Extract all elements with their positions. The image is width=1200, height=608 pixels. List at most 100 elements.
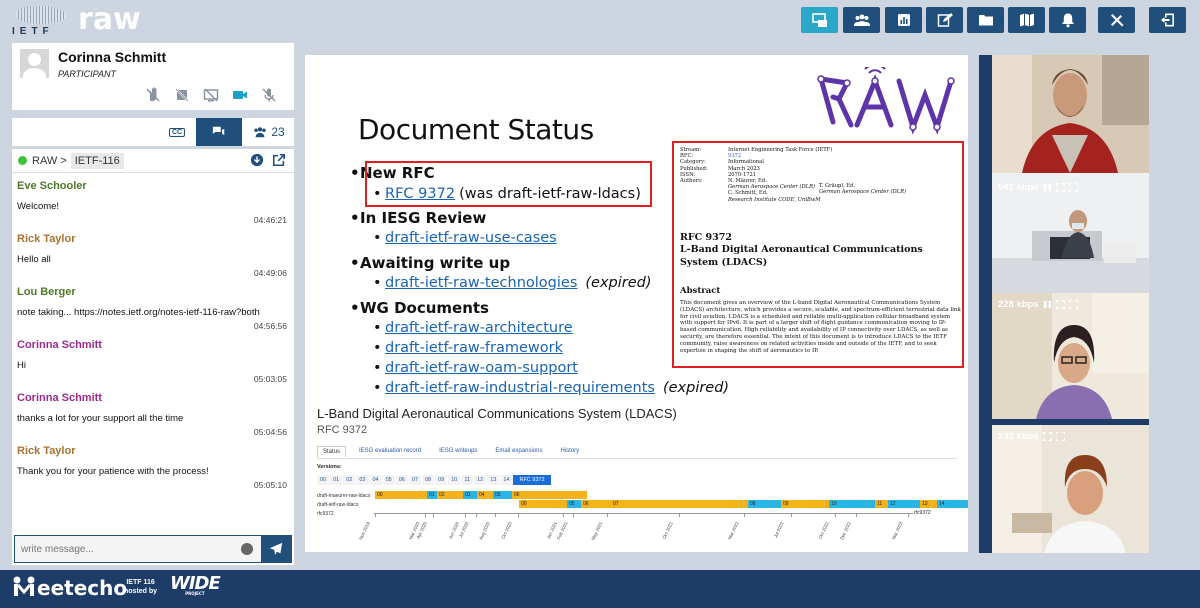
version-link[interactable]: 00	[317, 475, 330, 485]
tab-chat[interactable]	[196, 118, 242, 146]
files-button[interactable]	[967, 7, 1004, 33]
fullscreen-icon[interactable]	[1068, 300, 1078, 309]
folder-icon	[978, 15, 993, 26]
version-link[interactable]: 07	[408, 475, 421, 485]
draft-link[interactable]: draft-ietf-raw-framework	[373, 340, 563, 356]
download-icon[interactable]	[250, 153, 264, 167]
tab-participants[interactable]: 23	[244, 118, 294, 146]
tools-icon	[1110, 14, 1123, 27]
video-icon[interactable]	[229, 87, 251, 103]
chat-message: Rick Taylor Hello all 04:49:06	[12, 228, 294, 278]
timeline-version-bar[interactable]: 05	[493, 491, 512, 499]
timeline-version-bar[interactable]: 10	[829, 500, 875, 508]
chat-message-input[interactable]	[15, 536, 255, 562]
pause-icon[interactable]	[1043, 183, 1052, 192]
version-link[interactable]: 03	[356, 475, 369, 485]
timeline-version-bar[interactable]: 03	[463, 491, 477, 499]
focus-icon[interactable]	[1055, 300, 1065, 309]
notifications-button[interactable]	[1049, 7, 1086, 33]
chat-composer	[14, 535, 292, 563]
message-time: 04:56:56	[253, 321, 287, 331]
version-link[interactable]: 05	[382, 475, 395, 485]
popout-icon[interactable]	[272, 153, 286, 167]
timeline-version-bar[interactable]: 01	[427, 491, 437, 499]
version-link[interactable]: 13	[487, 475, 500, 485]
message-time: 04:49:06	[253, 268, 287, 278]
hand-off-icon[interactable]	[142, 87, 164, 103]
draft-link[interactable]: draft-ietf-raw-use-cases	[373, 230, 557, 246]
timeline-version-bar[interactable]: 09	[781, 500, 829, 508]
version-link[interactable]: 10	[448, 475, 461, 485]
timeline-version-bar[interactable]: 08	[748, 500, 781, 508]
tab-captions[interactable]: CC	[162, 118, 192, 146]
tab-iesg-writeups[interactable]: IESG writeups	[434, 446, 482, 456]
focus-icon[interactable]	[1055, 183, 1065, 192]
users-icon	[853, 14, 870, 26]
chat-message: Rick Taylor Thank you for your patience w…	[12, 440, 294, 490]
fullscreen-icon[interactable]	[1055, 432, 1065, 441]
version-link[interactable]: 14	[500, 475, 513, 485]
tab-status[interactable]: Status	[317, 445, 347, 457]
versions-label: Versions:	[317, 464, 342, 470]
participants-button[interactable]	[843, 7, 880, 33]
timeline-version-bar[interactable]: 13	[920, 500, 937, 508]
meetecho-logo-icon	[13, 576, 35, 596]
tab-iesg-evaluation[interactable]: IESG evaluation record	[354, 446, 426, 456]
version-link[interactable]: 11	[461, 475, 474, 485]
map-button[interactable]	[1008, 7, 1045, 33]
version-link[interactable]: 02	[343, 475, 356, 485]
timeline-version-bar[interactable]: 06	[581, 500, 611, 508]
message-time: 05:03:05	[253, 374, 287, 384]
audio-off-icon[interactable]	[258, 87, 280, 103]
participant-video-2[interactable]: 541 kbps	[992, 173, 1149, 293]
timeline-version-bar[interactable]: 05	[567, 500, 581, 508]
timeline-version-label: 05	[569, 501, 575, 507]
emoji-icon[interactable]	[241, 543, 253, 555]
participant-video-3[interactable]: 228 kbps	[992, 293, 1149, 419]
microphone-off-icon[interactable]	[171, 87, 193, 103]
tab-history[interactable]: History	[555, 446, 584, 456]
tab-email-expansions[interactable]: Email expansions	[490, 446, 547, 456]
draft-link[interactable]: draft-ietf-raw-oam-support	[373, 360, 578, 376]
bitrate-label: 233 kbps	[998, 431, 1039, 442]
version-link[interactable]: 12	[474, 475, 487, 485]
bitrate-label: 228 kbps	[998, 299, 1039, 310]
timeline-version-label: 04	[479, 492, 485, 498]
draft-link[interactable]: draft-ietf-raw-technologies	[385, 275, 577, 291]
version-link[interactable]: 01	[330, 475, 343, 485]
timeline-version-bar[interactable]: 00	[375, 491, 427, 499]
draft-link[interactable]: draft-ietf-raw-architecture	[373, 320, 573, 336]
user-name: Corinna Schmitt	[58, 49, 167, 65]
send-button[interactable]	[261, 536, 291, 562]
share-screen-button[interactable]	[801, 7, 838, 33]
version-link[interactable]: 04	[369, 475, 382, 485]
timeline-version-bar[interactable]: 14	[937, 500, 968, 508]
screen-off-icon[interactable]	[200, 87, 222, 103]
fullscreen-icon[interactable]	[1068, 183, 1078, 192]
notes-button[interactable]	[926, 7, 963, 33]
version-link[interactable]: RFC 9372	[513, 475, 551, 485]
focus-icon[interactable]	[1042, 432, 1052, 441]
timeline-date-label: Jul 2022	[772, 521, 785, 539]
pause-icon[interactable]	[1043, 300, 1052, 309]
timeline-version-bar[interactable]: 07	[611, 500, 748, 508]
message-sender: Lou Berger	[17, 286, 76, 298]
participant-video-4[interactable]: 233 kbps	[992, 425, 1149, 553]
tools-button[interactable]	[1098, 7, 1135, 33]
timeline-version-bar[interactable]: 02	[437, 491, 463, 499]
version-link[interactable]: 06	[395, 475, 408, 485]
chat-panel: RAW > IETF-116 Eve Schooler Welcome! 04:46…	[12, 149, 294, 565]
timeline-version-bar[interactable]: 12	[888, 500, 920, 508]
leave-button[interactable]	[1149, 7, 1186, 33]
timeline-version-bar[interactable]: 11	[875, 500, 888, 508]
user-role: PARTICIPANT	[58, 69, 117, 79]
timeline-version-bar[interactable]: 04	[477, 491, 493, 499]
version-link[interactable]: 09	[435, 475, 448, 485]
timeline-version-bar[interactable]: 00	[519, 500, 567, 508]
timeline-version-bar[interactable]: 06	[512, 491, 587, 499]
chat-room-tag[interactable]: IETF-116	[70, 152, 124, 169]
version-link[interactable]: 08	[422, 475, 435, 485]
participant-video-1[interactable]	[992, 55, 1149, 173]
draft-link[interactable]: draft-ietf-raw-industrial-requirements	[385, 380, 655, 396]
polls-button[interactable]	[885, 7, 922, 33]
